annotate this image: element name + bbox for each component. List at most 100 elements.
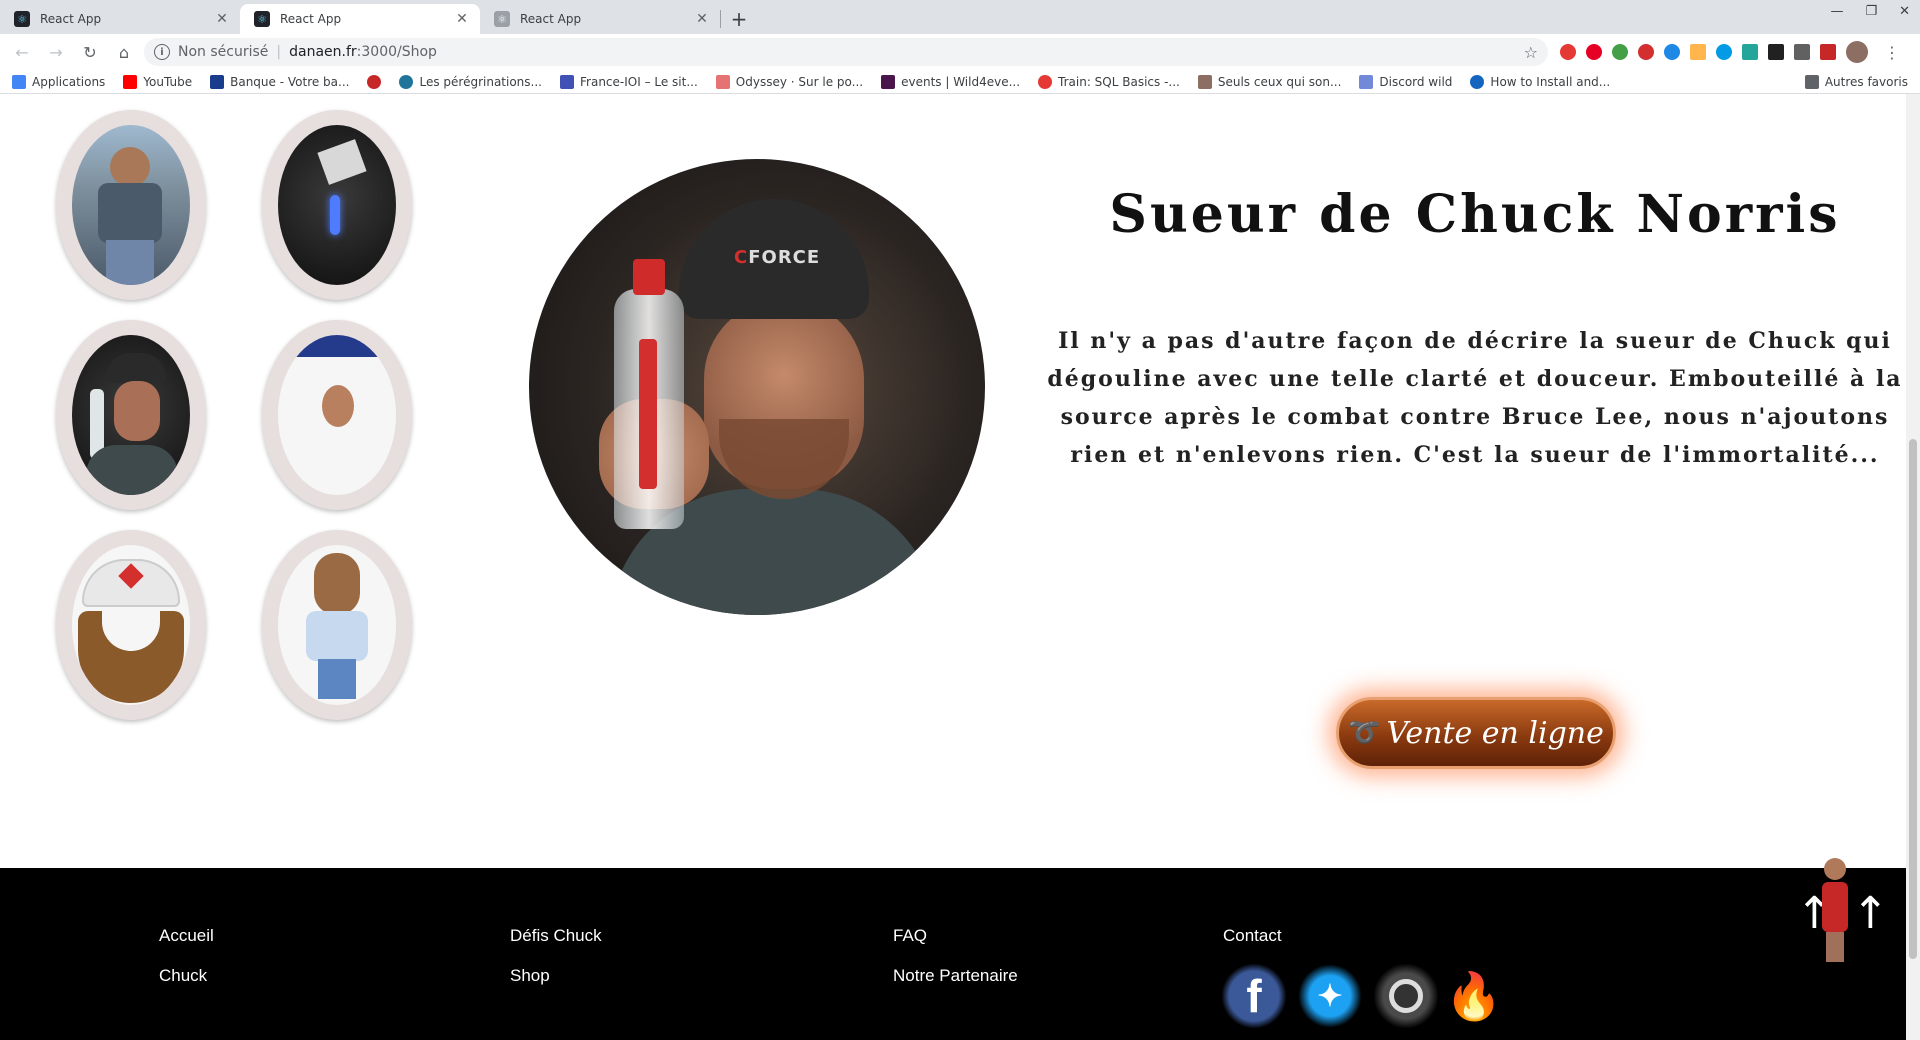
bookmark-item[interactable]: Banque - Votre ba... [210, 74, 350, 89]
bookmark-label: Train: SQL Basics -... [1058, 74, 1180, 89]
tab-1[interactable]: ⚛ React App ✕ [0, 4, 240, 34]
bookmark-item[interactable]: YouTube [123, 74, 193, 89]
bookmark-item[interactable]: How to Install and... [1470, 74, 1610, 89]
thumbnail-frame[interactable] [262, 530, 412, 720]
address-bar[interactable]: i Non sécurisé | danaen.fr :3000/Shop ☆ [144, 38, 1548, 66]
pinterest-extension-icon[interactable] [1586, 44, 1602, 60]
twitter-icon[interactable]: ✦ [1298, 964, 1362, 1028]
bookmark-item[interactable]: Discord wild [1359, 74, 1452, 89]
bookmark-item[interactable]: France-IOI – Le sit... [560, 74, 698, 89]
footer-link-defis[interactable]: Défis Chuck [510, 926, 602, 946]
security-label: Non sécurisé [178, 44, 269, 60]
close-icon[interactable]: ✕ [214, 11, 230, 27]
thumbnail-frame[interactable] [56, 320, 206, 510]
bookmark-label: events | Wild4eve... [901, 74, 1021, 89]
tab-title: React App [40, 12, 102, 26]
beard-cap-thumb [72, 545, 190, 705]
window-controls: — ❐ ✕ [1830, 4, 1910, 19]
react-favicon-icon: ⚛ [494, 11, 510, 27]
github-extension-icon[interactable] [1768, 44, 1784, 60]
browser-toolbar: ← → ↻ ⌂ i Non sécurisé | danaen.fr :3000… [0, 34, 1920, 70]
shield-extension-icon[interactable] [1794, 44, 1810, 60]
address-separator: | [276, 44, 282, 60]
heart-icon [367, 74, 382, 89]
bookmark-label: YouTube [143, 74, 193, 89]
thumbnail-frame[interactable] [56, 530, 206, 720]
thumbnail-frame[interactable] [56, 110, 206, 300]
bookmark-item[interactable]: Odyssey · Sur le po... [715, 74, 864, 89]
instagram-icon[interactable] [1374, 964, 1438, 1028]
bookmark-star-icon[interactable]: ☆ [1524, 43, 1538, 62]
opera-extension-icon[interactable] [1560, 44, 1576, 60]
product-thumbnails [56, 110, 412, 720]
menu-dots-icon[interactable]: ⋮ [1878, 43, 1906, 62]
bank-icon [210, 74, 225, 89]
bookmark-item[interactable] [367, 74, 382, 89]
info-icon[interactable]: i [154, 44, 170, 60]
new-tab-plus-icon[interactable]: + [725, 4, 753, 34]
product-title: Sueur de Chuck Norris [1109, 184, 1841, 245]
footer-link-partenaire[interactable]: Notre Partenaire [893, 966, 1018, 986]
sql-icon [1038, 74, 1053, 89]
shop-page: CFORCE Sueur de Chuck Norris Il n'y a pa… [0, 94, 1920, 1040]
footer-column-1: Accueil Chuck [159, 926, 214, 986]
avatar[interactable] [1846, 41, 1868, 63]
close-icon[interactable]: ✕ [454, 11, 470, 27]
scrollbar-thumb[interactable] [1909, 439, 1917, 959]
bookmark-label: Odyssey · Sur le po... [735, 74, 864, 89]
globe-icon [1470, 74, 1485, 89]
thumbnail-frame[interactable] [262, 320, 412, 510]
home-icon[interactable]: ⌂ [110, 38, 138, 66]
red-extension-icon[interactable] [1820, 44, 1836, 60]
s-extension-icon[interactable] [1742, 44, 1758, 60]
facebook-icon[interactable]: f [1222, 964, 1286, 1028]
wordpress-icon [399, 74, 414, 89]
footer-link-chuck[interactable]: Chuck [159, 966, 214, 986]
world-extension-icon[interactable] [1612, 44, 1628, 60]
discord-icon [1359, 74, 1374, 89]
bookmark-item[interactable]: events | Wild4eve... [881, 74, 1021, 89]
bookmark-label: Les pérégrinations... [419, 74, 542, 89]
adblock-extension-icon[interactable] [1638, 44, 1654, 60]
bookmark-label: Banque - Votre ba... [230, 74, 350, 89]
reload-icon[interactable]: ↻ [76, 38, 104, 66]
bookmarks-bar: Applications YouTube Banque - Votre ba..… [0, 70, 1920, 94]
youtube-icon [123, 74, 138, 89]
forward-arrow-icon[interactable]: → [42, 38, 70, 66]
react-favicon-icon: ⚛ [254, 11, 270, 27]
footer-column-4: Contact [1223, 926, 1282, 946]
other-bookmarks[interactable]: Autres favoris [1804, 74, 1908, 89]
cap-logo-text: FORCE [748, 247, 821, 268]
footer-link-accueil[interactable]: Accueil [159, 926, 214, 946]
footer-link-faq[interactable]: FAQ [893, 926, 1018, 946]
tinder-icon[interactable]: 🔥 [1445, 964, 1502, 1028]
tab-title: React App [280, 12, 342, 26]
restore-icon[interactable]: ❐ [1865, 4, 1877, 19]
bookmark-item[interactable]: Train: SQL Basics -... [1038, 74, 1180, 89]
online-sale-button[interactable]: ➰ Vente en ligne [1336, 697, 1616, 769]
tab-2[interactable]: ⚛ React App ✕ [240, 4, 480, 34]
back-arrow-icon[interactable]: ← [8, 38, 36, 66]
close-window-icon[interactable]: ✕ [1899, 4, 1910, 19]
bookmark-item[interactable]: Applications [12, 74, 105, 89]
close-icon[interactable]: ✕ [694, 11, 710, 27]
slack-icon [881, 74, 896, 89]
url-host: danaen.fr [289, 44, 357, 60]
thumbnail-frame[interactable] [262, 110, 412, 300]
france-ioi-icon [560, 74, 574, 89]
grid-extension-icon[interactable] [1690, 44, 1706, 60]
tab-separator [720, 10, 721, 28]
chuck-figurine-thumb [278, 545, 396, 705]
footer-link-shop[interactable]: Shop [510, 966, 602, 986]
drop-extension-icon[interactable] [1664, 44, 1680, 60]
bookmark-item[interactable]: Les pérégrinations... [399, 74, 542, 89]
footer-link-contact[interactable]: Contact [1223, 926, 1282, 946]
bookmark-item[interactable]: Seuls ceux qui son... [1197, 74, 1341, 89]
page-scrollbar[interactable] [1906, 94, 1920, 1040]
odyssey-icon [715, 74, 730, 89]
minimize-icon[interactable]: — [1830, 4, 1843, 19]
back-to-top-button[interactable]: ↑ ↑ [1796, 848, 1889, 978]
tab-3[interactable]: ⚛ React App ✕ [480, 4, 720, 34]
wave-extension-icon[interactable] [1716, 44, 1732, 60]
folder-icon [1804, 74, 1819, 89]
